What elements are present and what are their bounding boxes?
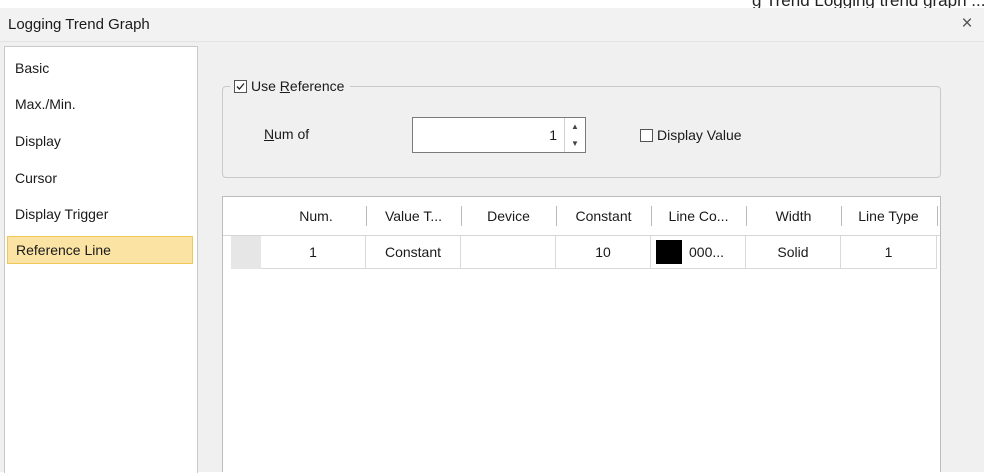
display-value-label: Display Value — [657, 127, 742, 143]
table-row[interactable]: 1 Constant 10 000... Solid 1 — [223, 236, 940, 269]
sidebar-item-display-trigger[interactable]: Display Trigger — [7, 200, 193, 228]
display-value-checkbox[interactable]: Display Value — [640, 127, 742, 143]
checkbox-unchecked-icon[interactable] — [640, 128, 653, 142]
use-reference-checkbox[interactable]: Use Reference — [230, 75, 351, 97]
spin-buttons: ▲ ▼ — [564, 118, 585, 152]
cell-line-type[interactable]: 1 — [841, 236, 937, 269]
sidebar-item-max-min[interactable]: Max./Min. — [7, 90, 193, 118]
cell-width[interactable]: Solid — [746, 236, 841, 269]
grid-header: Num. Value T... Device Constant Line Co.… — [223, 197, 940, 236]
line-color-value: 000... — [689, 244, 725, 260]
row-header[interactable] — [231, 236, 261, 269]
dialog-title: Logging Trend Graph — [8, 16, 150, 33]
column-header-line-type[interactable]: Line Type — [841, 197, 936, 235]
column-header-line-color[interactable]: Line Co... — [651, 197, 746, 235]
dialog-titlebar: Logging Trend Graph × — [0, 8, 984, 42]
cell-num[interactable]: 1 — [261, 236, 366, 269]
spin-down-icon[interactable]: ▼ — [565, 135, 585, 152]
spin-up-icon[interactable]: ▲ — [565, 118, 585, 135]
column-header-num[interactable]: Num. — [261, 197, 371, 235]
num-of-value[interactable]: 1 — [549, 127, 557, 143]
sidebar-nav: Basic Max./Min. Display Cursor Display T… — [4, 46, 198, 473]
sidebar-item-basic[interactable]: Basic — [7, 54, 193, 82]
column-header-device[interactable]: Device — [461, 197, 556, 235]
background-strip: g Trend Logging trend graph ... — [0, 0, 984, 10]
cell-device[interactable] — [461, 236, 556, 269]
cell-value-type[interactable]: Constant — [366, 236, 461, 269]
sidebar-item-display[interactable]: Display — [7, 127, 193, 155]
column-header-constant[interactable]: Constant — [556, 197, 651, 235]
num-of-spinbox[interactable]: 1 ▲ ▼ — [412, 117, 586, 153]
color-swatch — [656, 240, 682, 264]
column-header-value-type[interactable]: Value T... — [366, 197, 461, 235]
cell-constant[interactable]: 10 — [556, 236, 651, 269]
sidebar-item-cursor[interactable]: Cursor — [7, 164, 193, 192]
column-header-width[interactable]: Width — [746, 197, 841, 235]
checkbox-checked-icon[interactable] — [234, 79, 247, 93]
sidebar-item-reference-line[interactable]: Reference Line — [7, 236, 193, 264]
column-divider[interactable] — [937, 206, 938, 226]
reference-line-grid: Num. Value T... Device Constant Line Co.… — [222, 196, 941, 472]
close-icon[interactable]: × — [956, 11, 978, 37]
num-of-label: Num of — [264, 126, 310, 142]
use-reference-label: Use Reference — [251, 78, 345, 94]
cell-line-color[interactable]: 000... — [651, 236, 746, 269]
